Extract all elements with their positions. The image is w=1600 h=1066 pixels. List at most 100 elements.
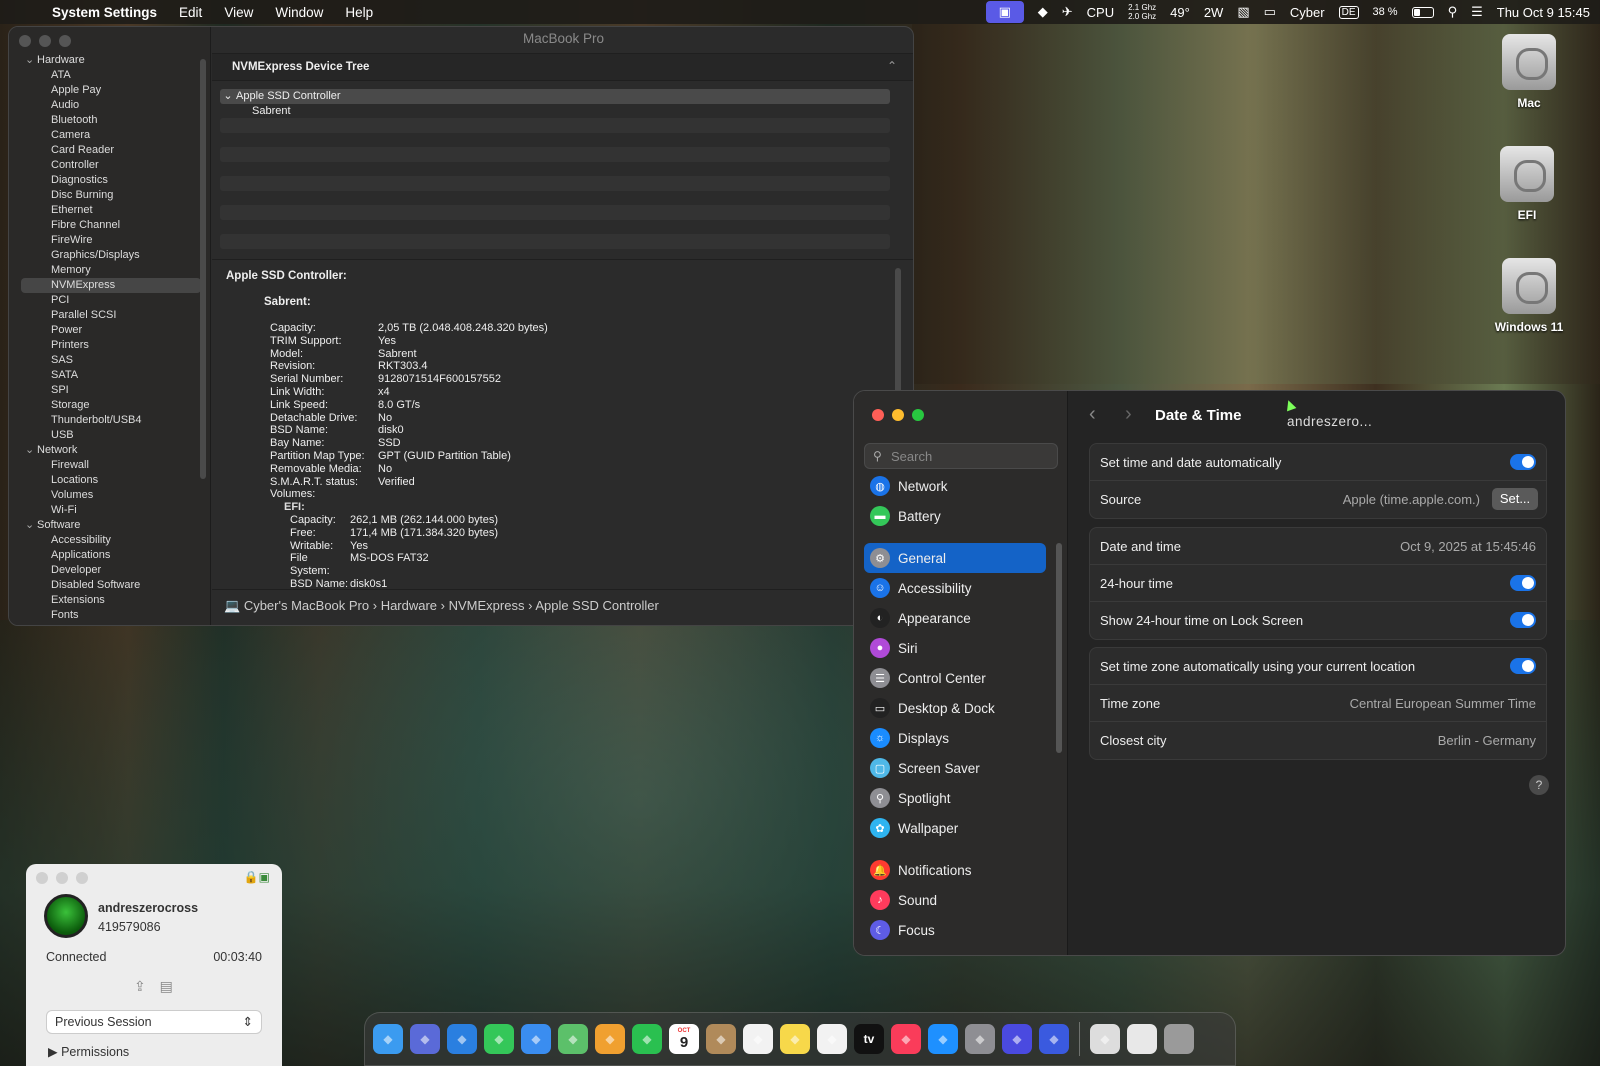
settings-search-input[interactable]: ⚲ Search (864, 443, 1058, 469)
sidebar-item[interactable]: PCI (21, 293, 201, 308)
dock-trash-icon[interactable] (1164, 1024, 1194, 1054)
sidebar-item[interactable]: Wi-Fi (21, 503, 201, 518)
minimize-button[interactable] (56, 872, 68, 884)
sidebar-item[interactable]: Storage (21, 398, 201, 413)
sidebar-item[interactable]: Apple Pay (21, 83, 201, 98)
sidebar-item-wallpaper[interactable]: ✿ Wallpaper (864, 813, 1046, 843)
sidebar-item[interactable]: Diagnostics (21, 173, 201, 188)
zoom-button[interactable] (59, 35, 71, 47)
sidebar-item-network[interactable]: ◍ Network (864, 471, 1046, 501)
sidebar-item-battery[interactable]: ▬ Battery (864, 501, 1046, 531)
zoom-button[interactable] (76, 872, 88, 884)
back-chevron-icon[interactable]: ‹ (1089, 403, 1096, 426)
dock-app-freeform[interactable]: ◆ (817, 1024, 847, 1054)
close-button[interactable] (19, 35, 31, 47)
sidebar-item[interactable]: Audio (21, 98, 201, 113)
sidebar-item-screen-saver[interactable]: ▢ Screen Saver (864, 753, 1046, 783)
clock[interactable]: Thu Oct 9 15:45 (1497, 5, 1590, 20)
sidebar-item-notifications[interactable]: 🔔 Notifications (864, 855, 1046, 885)
sidebar-group-software[interactable]: Software (21, 518, 201, 533)
user-name[interactable]: Cyber (1290, 5, 1325, 20)
dock-app-calendar[interactable]: OCT 9 (669, 1024, 699, 1054)
sidebar-item[interactable]: Thunderbolt/USB4 (21, 413, 201, 428)
sidebar-item[interactable]: Disc Burning (21, 188, 201, 203)
disclosure-chevron-icon[interactable]: ⌄ (220, 89, 236, 104)
tree-row-controller[interactable]: ⌄ Apple SSD Controller (220, 89, 890, 104)
date-time-value[interactable]: Oct 9, 2025 at 15:45:46 (1400, 539, 1536, 554)
collapse-chevron-icon[interactable]: ⌃ (887, 59, 897, 73)
dock-app-system-info[interactable]: ◆ (1090, 1024, 1120, 1054)
dock-app-safari[interactable]: ◆ (447, 1024, 477, 1054)
permissions-disclosure[interactable]: ▶ Permissions (48, 1044, 129, 1059)
sidebar-item[interactable]: Fibre Channel (21, 218, 201, 233)
minimize-button[interactable] (39, 35, 51, 47)
dock-app-system-settings[interactable]: ◆ (965, 1024, 995, 1054)
activity-icon[interactable]: ▧ (1237, 4, 1249, 20)
path-segment[interactable]: Cyber's MacBook Pro (244, 598, 369, 613)
sidebar-item[interactable]: ATA (21, 68, 201, 83)
dock-app-notes[interactable]: ◆ (780, 1024, 810, 1054)
cpu-freq[interactable]: 2.1 Ghz 2.0 Ghz (1128, 3, 1156, 21)
file-transfer-icon[interactable]: ⇪ (134, 978, 146, 994)
screen-sharing-icon[interactable]: ▣ (985, 1, 1024, 23)
sidebar-item[interactable]: Developer (21, 563, 201, 578)
sidebar-item-siri[interactable]: ● Siri (864, 633, 1046, 663)
tree-row-sabrent[interactable]: Sabrent (220, 104, 890, 119)
sidebar-item-focus[interactable]: ☾ Focus (864, 915, 1046, 945)
desktop-disk-efi[interactable]: EFI (1482, 146, 1572, 222)
battery-percent[interactable]: 38 % (1373, 6, 1398, 18)
sidebar-item[interactable]: Applications (21, 548, 201, 563)
sidebar-item[interactable]: SPI (21, 383, 201, 398)
dock-app-facetime[interactable]: ◆ (632, 1024, 662, 1054)
path-segment[interactable]: Hardware (381, 598, 437, 613)
sidebar-item[interactable]: Graphics/Displays (21, 248, 201, 263)
sidebar-item[interactable]: Controller (21, 158, 201, 173)
dock-app-tv[interactable]: tv (854, 1024, 884, 1054)
zoom-button[interactable] (912, 409, 924, 421)
sidebar-item-displays[interactable]: ☼ Displays (864, 723, 1046, 753)
sidebar-item-control-center[interactable]: ☰ Control Center (864, 663, 1046, 693)
sidebar-item[interactable]: SAS (21, 353, 201, 368)
dock-app-screens[interactable]: ◆ (1002, 1024, 1032, 1054)
path-segment[interactable]: Apple SSD Controller (535, 598, 659, 613)
diamond-icon[interactable]: ◆ (1038, 4, 1048, 20)
input-source[interactable]: DE (1338, 5, 1359, 19)
sidebar-item[interactable]: Locations (21, 473, 201, 488)
set-time-auto-toggle[interactable] (1510, 454, 1536, 470)
dock-app-mail[interactable]: ◆ (521, 1024, 551, 1054)
chat-icon[interactable]: ▤ (160, 978, 173, 994)
dock-app-finder[interactable]: ◆ (373, 1024, 403, 1054)
dock-app-messages[interactable]: ◆ (484, 1024, 514, 1054)
detail-scrollbar[interactable] (895, 268, 901, 398)
sidebar-item-accessibility[interactable]: ☺ Accessibility (864, 573, 1046, 603)
sidebar-item-spotlight[interactable]: ⚲ Spotlight (864, 783, 1046, 813)
sidebar-item[interactable]: Accessibility (21, 533, 201, 548)
dock-app-teamviewer[interactable]: ◆ (1039, 1024, 1069, 1054)
close-button[interactable] (36, 872, 48, 884)
sidebar-item-desktop-dock[interactable]: ▭ Desktop & Dock (864, 693, 1046, 723)
menu-view[interactable]: View (224, 5, 253, 20)
close-button[interactable] (872, 409, 884, 421)
sidebar-item[interactable]: Fonts (21, 608, 201, 623)
sidebar-item[interactable]: Camera (21, 128, 201, 143)
display-icon[interactable]: ▭ (1264, 4, 1276, 20)
sidebar-item[interactable]: NVMExpress (21, 278, 201, 293)
sidebar-scrollbar[interactable] (1056, 543, 1062, 753)
power-draw[interactable]: 2W (1204, 5, 1224, 20)
control-center-icon[interactable]: ☰ (1471, 4, 1483, 20)
h24-toggle[interactable] (1510, 575, 1536, 591)
dock-document-icon[interactable] (1127, 1024, 1157, 1054)
sidebar-item[interactable]: FireWire (21, 233, 201, 248)
h24-lock-toggle[interactable] (1510, 612, 1536, 628)
minimize-button[interactable] (892, 409, 904, 421)
dock-app-contacts[interactable]: ◆ (706, 1024, 736, 1054)
spotlight-icon[interactable]: ⚲ (1448, 4, 1458, 20)
cpu-label[interactable]: CPU (1087, 5, 1114, 20)
set-source-button[interactable]: Set... (1492, 488, 1538, 510)
app-menu[interactable]: System Settings (52, 5, 157, 20)
menu-help[interactable]: Help (345, 5, 373, 20)
fan-icon[interactable]: ✈ (1062, 4, 1073, 20)
dock-app-music[interactable]: ◆ (891, 1024, 921, 1054)
sidebar-item[interactable]: Extensions (21, 593, 201, 608)
desktop-disk-mac[interactable]: Mac (1484, 34, 1574, 110)
